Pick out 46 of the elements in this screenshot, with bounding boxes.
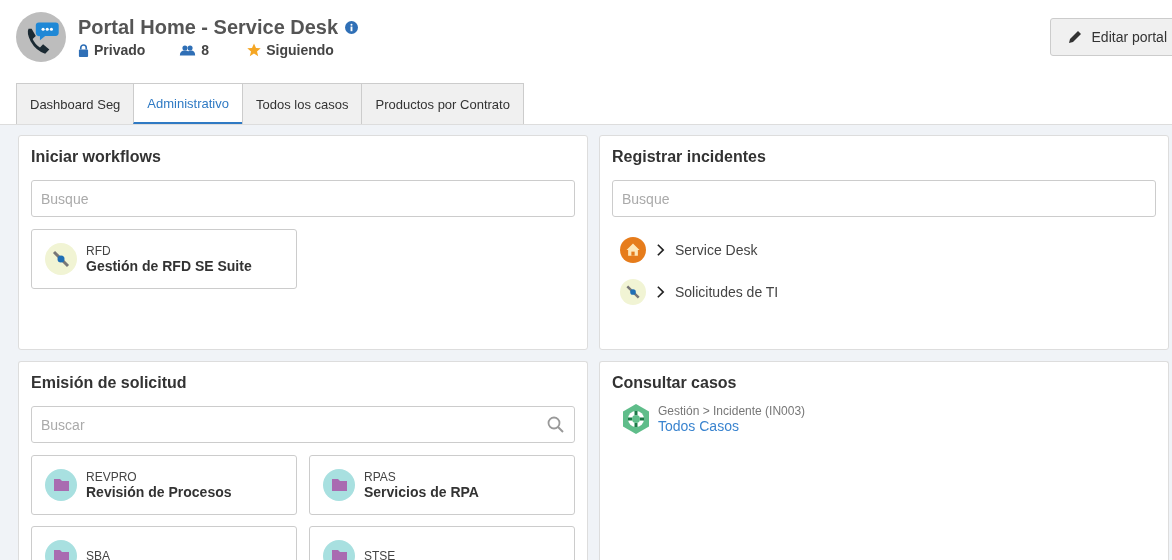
search-field[interactable]: Buscar <box>31 406 575 443</box>
process-name: Gestión de RFD SE Suite <box>86 258 252 274</box>
star-icon[interactable] <box>247 43 262 57</box>
process-code: SBA <box>86 549 110 560</box>
portal-title: Portal Home - Service Desk <box>78 16 339 39</box>
folder-icon <box>45 469 77 501</box>
process-code: REVPRO <box>86 470 138 484</box>
process-code: RPAS <box>364 470 397 484</box>
privacy-label: Privado <box>94 42 146 58</box>
phone-chat-icon <box>16 12 66 62</box>
process-tile[interactable]: REVPRO Revisión de Procesos <box>31 455 297 515</box>
tab[interactable]: Administrativo <box>133 83 243 124</box>
folder-icon <box>323 469 355 501</box>
process-name: Servicios de RPA <box>364 484 479 500</box>
process-name: Revisión de Procesos <box>86 484 232 500</box>
process-code: STSE <box>364 549 396 560</box>
search-icon[interactable] <box>547 416 565 434</box>
process-tile[interactable]: RFD Gestión de RFD SE Suite <box>31 229 297 289</box>
category-link[interactable]: Service Desk <box>675 242 758 258</box>
process-code: RFD <box>86 244 112 258</box>
members-icon <box>179 43 197 57</box>
edit-portal-button[interactable]: Editar portal <box>1049 18 1172 56</box>
cases-link[interactable]: Todos Casos <box>658 418 806 434</box>
member-count: 8 <box>201 42 210 58</box>
search-field[interactable]: Busque <box>31 180 575 217</box>
search-field[interactable]: Busque <box>612 180 1156 217</box>
lifebuoy-icon <box>620 403 652 435</box>
following-label: Siguiendo <box>266 42 334 58</box>
case-path: Gestión > Incidente (IN003) <box>658 404 806 418</box>
lock-icon <box>78 43 89 57</box>
pencil-icon <box>1066 29 1083 45</box>
panel-title: Registrar incidentes <box>612 148 767 166</box>
panel-title: Consultar casos <box>612 374 738 392</box>
category-link[interactable]: Solicitudes de TI <box>675 284 779 300</box>
tab[interactable]: Productos por Contrato <box>361 83 524 124</box>
process-tile[interactable]: RPAS Servicios de RPA <box>309 455 575 515</box>
chevron-icon[interactable] <box>656 285 665 299</box>
panel-title: Emisión de solicitud <box>31 374 188 392</box>
chevron-icon[interactable] <box>656 243 665 257</box>
tab[interactable]: Dashboard Seg <box>16 83 135 124</box>
tab[interactable]: Todos los casos <box>242 83 363 124</box>
process-tile[interactable]: SBA <box>31 526 297 560</box>
home-icon <box>620 237 646 263</box>
panel-title: Iniciar workflows <box>31 148 162 166</box>
info-icon[interactable] <box>345 21 359 34</box>
process-tile[interactable]: STSE <box>309 526 575 560</box>
